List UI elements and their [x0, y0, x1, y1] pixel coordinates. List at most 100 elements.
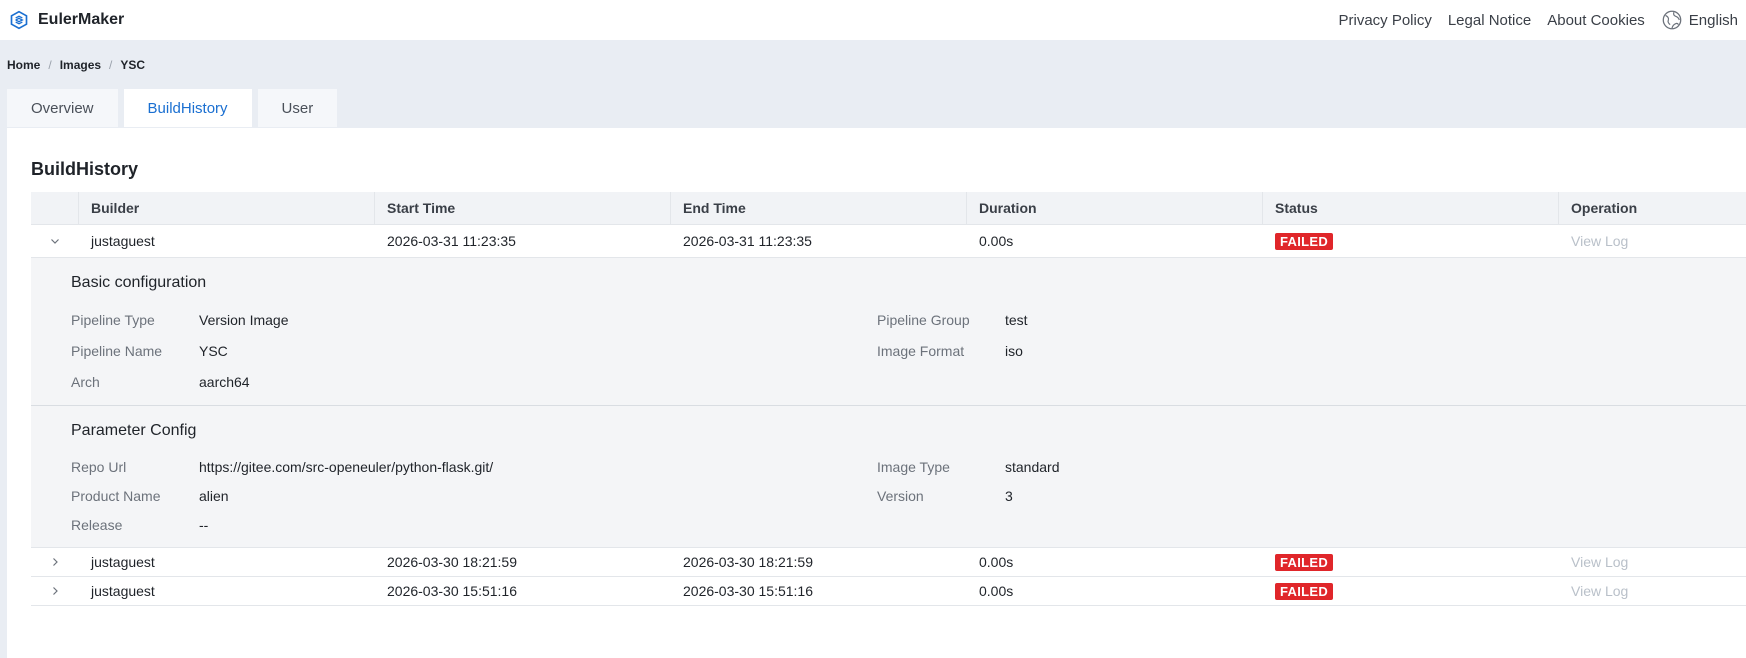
detail-value: Version Image [199, 311, 289, 328]
legal-notice-link[interactable]: Legal Notice [1448, 12, 1531, 29]
detail-repo-url: Repo Url https://gitee.com/src-openeuler/… [71, 452, 877, 481]
breadcrumb: Home / Images / YSC [7, 58, 145, 72]
detail-image-type: Image Type standard [877, 452, 1377, 481]
section-title: Basic configuration [71, 274, 207, 291]
section-title: Parameter Config [71, 422, 197, 439]
row-detail-panel: Basic configuration Pipeline Type Version… [31, 258, 1746, 548]
cell-duration: 0.00s [979, 233, 1014, 249]
detail-value: standard [1005, 458, 1060, 475]
detail-key: Pipeline Group [877, 311, 970, 328]
detail-key: Image Type [877, 458, 950, 475]
brand[interactable]: EulerMaker [8, 9, 124, 31]
detail-pipeline-name: Pipeline Name YSC [71, 335, 877, 366]
detail-value: aarch64 [199, 373, 250, 390]
cell-status: FAILED [1263, 548, 1559, 576]
table-row: justaguest 2026-03-30 18:21:59 2026-03-3… [31, 548, 1746, 577]
expand-column-header [31, 192, 79, 224]
detail-key: Arch [71, 373, 100, 390]
chevron-down-icon [51, 239, 59, 244]
breadcrumb-separator: / [109, 58, 113, 72]
detail-value: YSC [199, 342, 228, 359]
cell-end-time: 2026-03-30 15:51:16 [683, 583, 813, 599]
breadcrumb-home[interactable]: Home [7, 58, 40, 72]
eulermaker-logo-icon [8, 9, 30, 31]
row-expand-toggle[interactable] [31, 577, 79, 605]
cell-duration: 0.00s [979, 583, 1014, 599]
chevron-right-icon [53, 558, 58, 566]
cell-end-time: 2026-03-31 11:23:35 [683, 233, 812, 249]
tab-overview[interactable]: Overview [7, 89, 118, 127]
top-links: Privacy Policy Legal Notice About Cookie… [1338, 9, 1738, 31]
globe-icon [1662, 10, 1682, 30]
detail-key: Release [71, 516, 123, 533]
cell-builder: justaguest [91, 583, 155, 599]
table-header: Builder Start Time End Time Duration Sta… [31, 192, 1746, 225]
detail-key: Version [877, 487, 924, 504]
tab-bar: Overview BuildHistory User [7, 89, 338, 127]
status-badge: FAILED [1275, 553, 1334, 571]
build-history-table: Builder Start Time End Time Duration Sta… [31, 192, 1746, 606]
view-log-link[interactable]: View Log [1571, 233, 1628, 249]
view-log-link[interactable]: View Log [1571, 554, 1628, 570]
parameter-config-section: Parameter Config Repo Url https://gitee.c… [31, 405, 1746, 547]
cell-status: FAILED [1263, 577, 1559, 605]
detail-value: 3 [1005, 487, 1013, 504]
header-status: Status [1263, 192, 1559, 224]
cell-start-time: 2026-03-30 18:21:59 [387, 554, 517, 570]
top-navigation-bar: EulerMaker Privacy Policy Legal Notice A… [0, 0, 1746, 40]
cell-duration: 0.00s [979, 554, 1014, 570]
cell-start-time: 2026-03-30 15:51:16 [387, 583, 517, 599]
cell-operation: View Log [1559, 577, 1746, 605]
row-expand-toggle[interactable] [31, 225, 79, 257]
detail-key: Product Name [71, 487, 161, 504]
detail-value: -- [199, 516, 209, 533]
header-end-time: End Time [671, 192, 967, 224]
header-builder: Builder [79, 192, 375, 224]
breadcrumb-images[interactable]: Images [60, 58, 101, 72]
header-operation: Operation [1571, 200, 1638, 216]
detail-image-format: Image Format iso [877, 335, 1377, 366]
tab-buildhistory[interactable]: BuildHistory [123, 89, 252, 127]
table-row: justaguest 2026-03-31 11:23:35 2026-03-3… [31, 225, 1746, 258]
cell-start-time: 2026-03-31 11:23:35 [387, 233, 516, 249]
view-log-link[interactable]: View Log [1571, 583, 1628, 599]
build-history-panel: BuildHistory Builder Start Time End Time… [7, 128, 1746, 658]
detail-version: Version 3 [877, 481, 1377, 510]
detail-value: test [1005, 311, 1028, 328]
status-badge: FAILED [1275, 232, 1334, 250]
detail-product-name: Product Name alien [71, 481, 877, 510]
language-label: English [1688, 11, 1738, 29]
detail-pipeline-type: Pipeline Type Version Image [71, 304, 877, 335]
status-badge: FAILED [1275, 582, 1334, 600]
chevron-right-icon [53, 587, 58, 595]
detail-value: https://gitee.com/src-openeuler/python-f… [199, 458, 494, 475]
privacy-policy-link[interactable]: Privacy Policy [1338, 12, 1431, 29]
breadcrumb-current: YSC [120, 58, 146, 72]
detail-release: Release -- [71, 510, 877, 539]
detail-value: iso [1005, 342, 1023, 359]
detail-key: Pipeline Type [71, 311, 155, 328]
cell-operation: View Log [1559, 548, 1746, 576]
language-switcher[interactable]: English [1661, 9, 1738, 31]
detail-pipeline-group: Pipeline Group test [877, 304, 1377, 335]
detail-arch: Arch aarch64 [71, 366, 877, 397]
header-duration: Duration [967, 192, 1263, 224]
detail-value: alien [199, 487, 229, 504]
cell-operation: View Log [1559, 225, 1746, 257]
cell-end-time: 2026-03-30 18:21:59 [683, 554, 813, 570]
detail-key: Pipeline Name [71, 342, 163, 359]
cell-builder: justaguest [91, 554, 155, 570]
app-name: EulerMaker [38, 11, 125, 28]
about-cookies-link[interactable]: About Cookies [1547, 12, 1645, 29]
detail-key: Repo Url [71, 458, 127, 475]
header-start-time: Start Time [375, 192, 671, 224]
breadcrumb-separator: / [48, 58, 52, 72]
row-expand-toggle[interactable] [31, 548, 79, 576]
cell-builder: justaguest [91, 233, 155, 249]
basic-configuration-section: Basic configuration Pipeline Type Version… [31, 258, 1746, 405]
cell-status: FAILED [1263, 225, 1559, 257]
page-title: BuildHistory [31, 159, 139, 179]
detail-key: Image Format [877, 342, 965, 359]
tab-user[interactable]: User [257, 89, 338, 127]
table-row: justaguest 2026-03-30 15:51:16 2026-03-3… [31, 577, 1746, 606]
